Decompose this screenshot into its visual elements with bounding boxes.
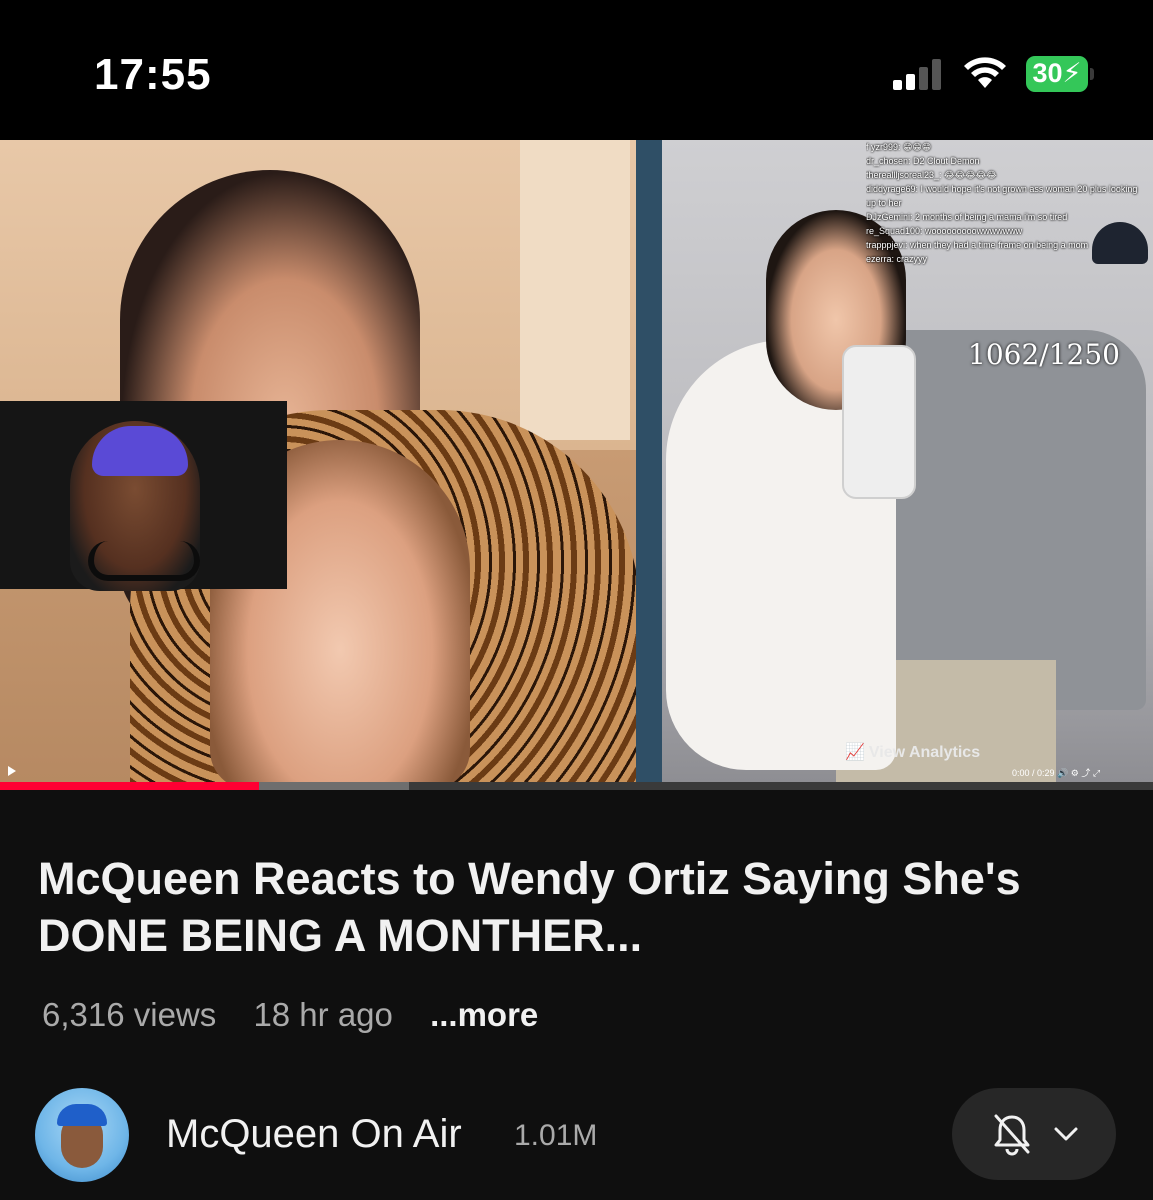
- viewer-counter: 1062/1250: [968, 338, 1120, 371]
- battery-charging-icon: 30⚡: [1026, 56, 1094, 92]
- channel-name[interactable]: McQueen On Air: [166, 1112, 462, 1157]
- progress-played: [0, 782, 259, 790]
- signal-icon: [893, 58, 945, 90]
- chat-message: ezerra: crazyyy: [866, 254, 928, 264]
- status-bar: 17:55 30⚡: [0, 0, 1153, 140]
- streamer-facecam: [0, 401, 287, 591]
- video-progress-bar[interactable]: [0, 782, 1153, 790]
- chat-message: trapppjevi: when they had a time frame o…: [866, 240, 1089, 250]
- chat-message: f yzr999: 😁😁😁: [866, 142, 932, 152]
- view-count: 6,316 views: [42, 996, 217, 1033]
- battery-level: 30: [1032, 58, 1063, 88]
- chat-message: re_Squad100: wooooooooowwwwwww: [866, 226, 1023, 236]
- notification-settings-button[interactable]: [952, 1088, 1116, 1180]
- chart-icon: 📈: [845, 744, 865, 761]
- video-title[interactable]: McQueen Reacts to Wendy Ortiz Saying She…: [38, 850, 1118, 964]
- bell-off-icon: [992, 1112, 1032, 1156]
- embedded-player-controls: 0:00 / 0:29 🔊 ⚙ ⤴ ⤢: [1012, 766, 1100, 779]
- view-analytics-button: 📈 View Analytics: [845, 742, 980, 762]
- status-time: 17:55: [94, 50, 212, 99]
- chat-message: dr_chosen: D2 Clout Demon: [866, 156, 980, 166]
- chat-message: thereallljsoreal23_: 😂😂😂😂😂: [866, 170, 997, 180]
- volume-icon: 🔊 ⚙ ⤴ ⤢: [1057, 768, 1101, 778]
- subscriber-count: 1.01M: [514, 1119, 598, 1152]
- chevron-down-icon: [1052, 1120, 1080, 1148]
- upload-age: 18 hr ago: [253, 996, 393, 1033]
- chat-message: DJzGemini: 2 months of being a mama i'm …: [866, 212, 1068, 222]
- wifi-icon: [960, 52, 1010, 92]
- play-icon[interactable]: [8, 766, 16, 776]
- view-analytics-label: View Analytics: [868, 744, 981, 761]
- stream-chat-overlay: f yzr999: 😁😁😁 dr_chosen: D2 Clout Demon …: [866, 140, 1153, 320]
- video-meta[interactable]: 6,316 views 18 hr ago ...more: [42, 996, 566, 1034]
- channel-avatar[interactable]: [35, 1088, 129, 1182]
- chat-message: diddyrage69: I would hope it's not grown…: [866, 184, 1138, 208]
- embedded-time: 0:00 / 0:29: [1012, 768, 1055, 778]
- more-button[interactable]: ...more: [430, 996, 538, 1033]
